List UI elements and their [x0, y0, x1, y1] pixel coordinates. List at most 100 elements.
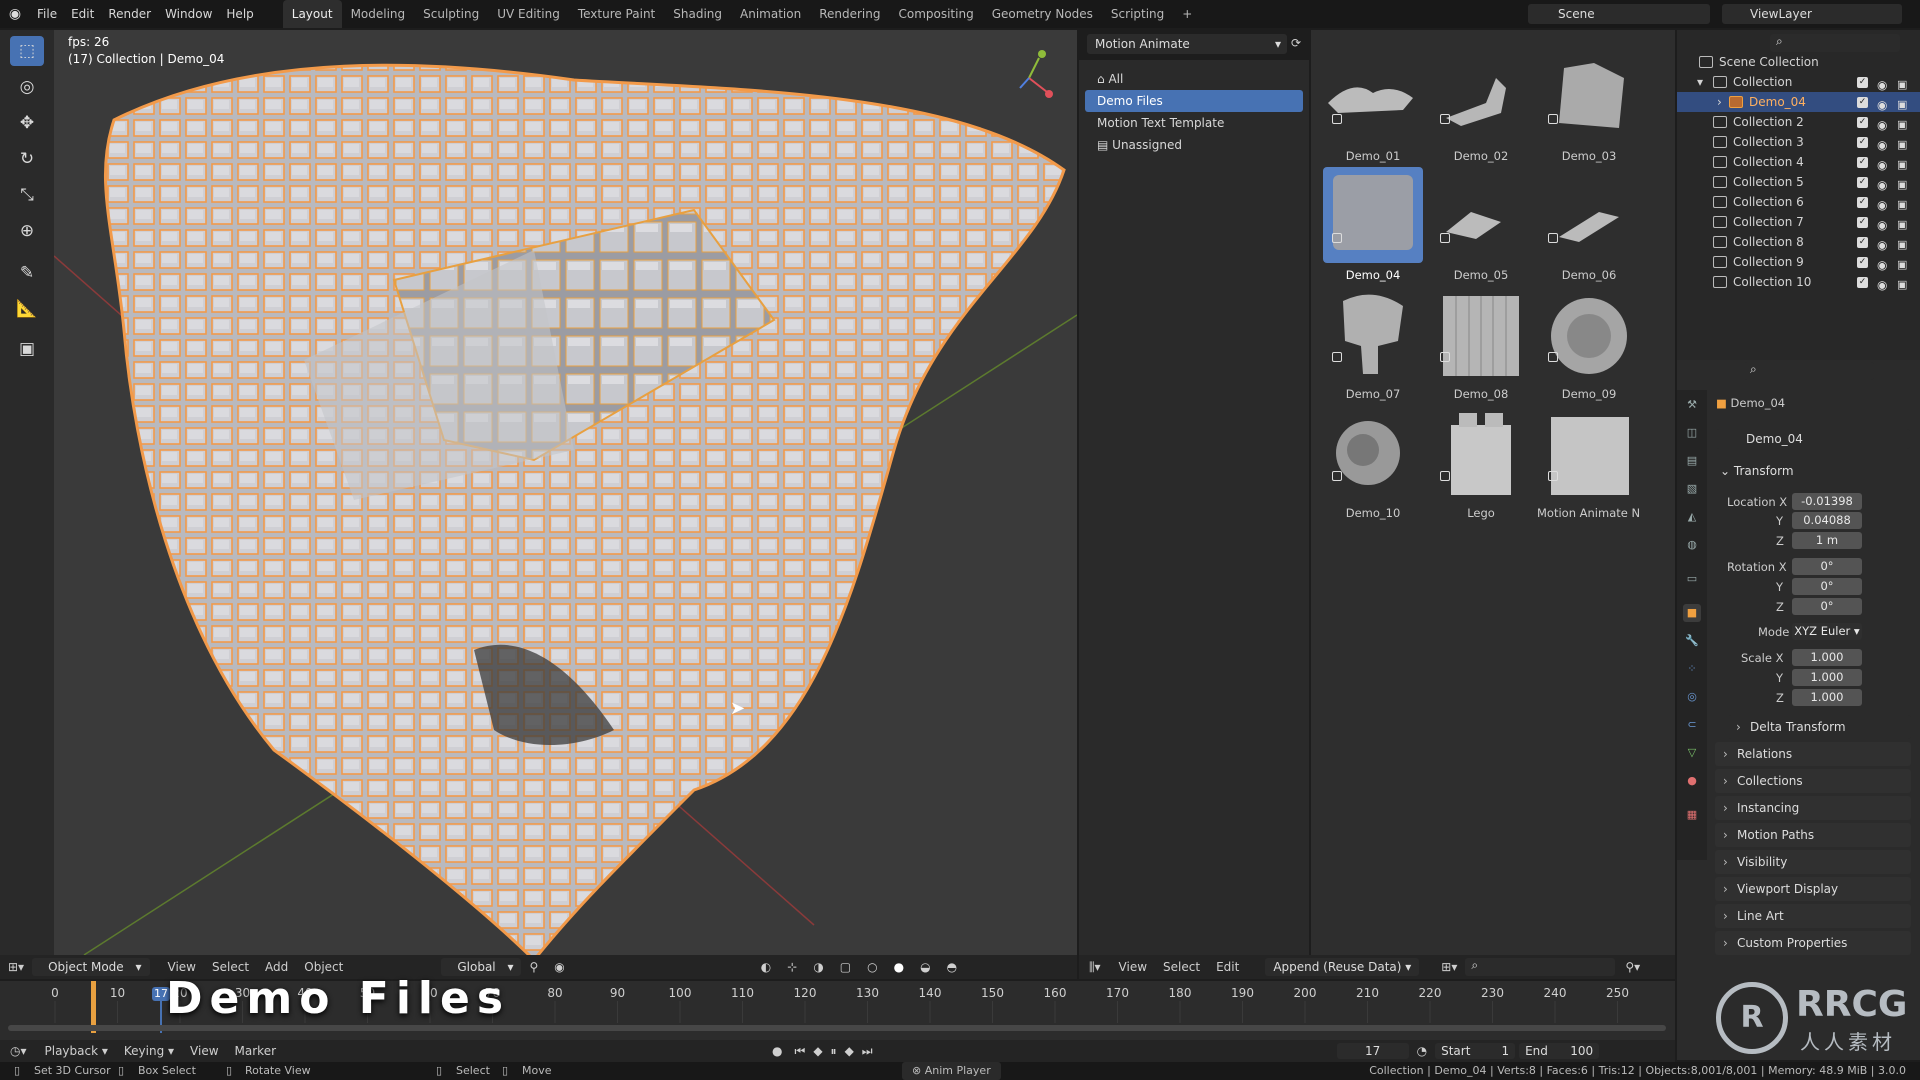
- editor-type-icon[interactable]: ⊞▾: [0, 960, 32, 974]
- tab-animation[interactable]: Animation: [731, 0, 810, 28]
- select-box-icon[interactable]: ⬚: [10, 36, 44, 66]
- menu-file[interactable]: File: [30, 0, 64, 28]
- overlay-icon[interactable]: ◑: [805, 960, 831, 974]
- xray-icon[interactable]: ▢: [832, 960, 859, 974]
- tab-uv-editing[interactable]: UV Editing: [488, 0, 569, 28]
- end-frame-field[interactable]: End 100: [1519, 1043, 1600, 1059]
- gizmo-icon[interactable]: ⊹: [779, 960, 805, 974]
- outliner-row-demo-04[interactable]: › Demo_04 ✓ ◉ ▣: [1677, 92, 1920, 112]
- move-icon[interactable]: ✥: [10, 108, 44, 138]
- material-tab-icon[interactable]: ●: [1683, 772, 1701, 790]
- outliner-row-collection[interactable]: Collection 7 ✓ ◉ ▣: [1677, 212, 1920, 232]
- object-datablock-field[interactable]: Demo_04: [1716, 429, 1910, 449]
- asset-thumb[interactable]: Demo_07: [1321, 286, 1425, 404]
- transform-icon[interactable]: ⊕: [10, 216, 44, 246]
- particles-tab-icon[interactable]: ⁘: [1683, 660, 1701, 678]
- asset-thumb[interactable]: Demo_04: [1321, 167, 1425, 285]
- add-cube-icon[interactable]: ▣: [10, 334, 44, 364]
- texture-tab-icon[interactable]: ▦: [1683, 806, 1701, 824]
- axis-gizmo[interactable]: [1019, 50, 1053, 98]
- pause-icon[interactable]: ⏸: [827, 1044, 841, 1059]
- shading-rendered-icon[interactable]: ◓: [939, 960, 965, 974]
- render-tab-icon[interactable]: ◫: [1683, 424, 1701, 442]
- asset-editor-icon[interactable]: ⫼▾: [1079, 960, 1111, 975]
- jump-end-icon[interactable]: ⏭: [858, 1044, 877, 1059]
- shading-solid-icon[interactable]: ●: [886, 960, 912, 974]
- scene-selector[interactable]: Scene: [1528, 4, 1710, 24]
- proportional-edit-icon[interactable]: ◉: [546, 960, 572, 974]
- cursor-icon[interactable]: ◎: [10, 72, 44, 102]
- visibility-icon[interactable]: ◐: [753, 960, 779, 974]
- filter-icon[interactable]: ⚲▾: [1615, 960, 1650, 974]
- menu-edit[interactable]: Edit: [64, 0, 101, 28]
- asset-menu-edit[interactable]: Edit: [1208, 960, 1247, 974]
- object-tab-icon[interactable]: ■: [1683, 604, 1701, 622]
- catalog-motion-text-template[interactable]: Motion Text Template: [1085, 112, 1303, 134]
- shading-wire-icon[interactable]: ○: [859, 960, 885, 974]
- outliner-row-collection[interactable]: ▾ Collection ✓ ◉ ▣: [1677, 72, 1920, 92]
- close-icon[interactable]: ⊗: [912, 1064, 921, 1077]
- viewport-menu-select[interactable]: Select: [204, 960, 257, 974]
- snap-icon[interactable]: ⚲: [521, 960, 546, 974]
- scale-z-field[interactable]: 1.000: [1792, 689, 1862, 706]
- start-frame-field[interactable]: Start 1: [1435, 1043, 1516, 1059]
- properties-search-input[interactable]: ⌕: [1744, 362, 1874, 380]
- jump-start-icon[interactable]: ⏮: [791, 1044, 810, 1059]
- outliner-row-scene-collection[interactable]: Scene Collection: [1677, 52, 1920, 72]
- scale-x-field[interactable]: 1.000: [1792, 649, 1862, 666]
- tool-tab-icon[interactable]: ⚒: [1683, 396, 1701, 414]
- collections-panel[interactable]: Collections: [1715, 769, 1911, 793]
- mode-selector[interactable]: Object Mode ▾: [32, 958, 150, 976]
- physics-tab-icon[interactable]: ◎: [1683, 688, 1701, 706]
- asset-library-selector[interactable]: Motion Animate ▾: [1087, 34, 1287, 54]
- catalog-all[interactable]: ⌂ All: [1085, 68, 1303, 90]
- timeline-menu-playback[interactable]: Playback ▾: [37, 1044, 116, 1058]
- modifier-tab-icon[interactable]: 🔧: [1683, 632, 1701, 650]
- asset-search-input[interactable]: ⌕: [1465, 958, 1616, 976]
- tab-modeling[interactable]: Modeling: [342, 0, 415, 28]
- scale-icon[interactable]: ⤡: [10, 180, 44, 210]
- catalog-unassigned[interactable]: ▤ Unassigned: [1085, 134, 1303, 156]
- line-art-panel[interactable]: Line Art: [1715, 904, 1911, 928]
- tab-scripting[interactable]: Scripting: [1102, 0, 1173, 28]
- asset-thumb[interactable]: Demo_10: [1321, 405, 1425, 523]
- relations-panel[interactable]: Relations: [1715, 742, 1911, 766]
- location-z-field[interactable]: 1 m: [1792, 532, 1862, 549]
- clock-icon[interactable]: ◔: [1409, 1044, 1435, 1058]
- asset-thumb[interactable]: Lego: [1429, 405, 1533, 523]
- viewport-menu-object[interactable]: Object: [296, 960, 351, 974]
- refresh-icon[interactable]: ⟳: [1291, 36, 1301, 50]
- asset-menu-view[interactable]: View: [1111, 960, 1155, 974]
- tab-shading[interactable]: Shading: [664, 0, 731, 28]
- outliner-row-collection[interactable]: Collection 10 ✓ ◉ ▣: [1677, 272, 1920, 292]
- asset-thumb[interactable]: Demo_02: [1429, 48, 1533, 166]
- viewport-display-panel[interactable]: Viewport Display: [1715, 877, 1911, 901]
- keyframe-next-icon[interactable]: ◆: [841, 1044, 858, 1058]
- constraints-tab-icon[interactable]: ⊂: [1683, 716, 1701, 734]
- outliner-row-collection[interactable]: Collection 2 ✓ ◉ ▣: [1677, 112, 1920, 132]
- menu-render[interactable]: Render: [101, 0, 158, 28]
- viewport-menu-view[interactable]: View: [160, 960, 204, 974]
- instancing-panel[interactable]: Instancing: [1715, 796, 1911, 820]
- rotate-icon[interactable]: ↻: [10, 144, 44, 174]
- viewlayer-selector[interactable]: ViewLayer: [1722, 4, 1902, 24]
- timeline-scrollbar[interactable]: [8, 1025, 1666, 1031]
- asset-thumb[interactable]: Demo_09: [1537, 286, 1641, 404]
- rotation-x-field[interactable]: 0°: [1792, 558, 1862, 575]
- display-mode-icon[interactable]: ⊞▾: [1433, 960, 1465, 974]
- record-icon[interactable]: ●: [764, 1044, 790, 1058]
- current-frame-field[interactable]: 17: [1336, 1043, 1409, 1059]
- menu-window[interactable]: Window: [158, 0, 219, 28]
- outliner-row-collection[interactable]: Collection 6 ✓ ◉ ▣: [1677, 192, 1920, 212]
- outliner-row-collection[interactable]: Collection 9 ✓ ◉ ▣: [1677, 252, 1920, 272]
- asset-thumb[interactable]: Demo_03: [1537, 48, 1641, 166]
- asset-menu-select[interactable]: Select: [1155, 960, 1208, 974]
- output-tab-icon[interactable]: ▤: [1683, 452, 1701, 470]
- asset-thumb[interactable]: Demo_08: [1429, 286, 1533, 404]
- timeline-menu-view[interactable]: View: [182, 1044, 226, 1058]
- visibility-panel[interactable]: Visibility: [1715, 850, 1911, 874]
- anim-player-indicator[interactable]: ⊗ Anim Player: [902, 1062, 1001, 1080]
- asset-thumb[interactable]: Demo_01: [1321, 48, 1425, 166]
- tab-layout[interactable]: Layout: [282, 0, 342, 28]
- timeline-editor-icon[interactable]: ◷▾: [0, 1044, 37, 1058]
